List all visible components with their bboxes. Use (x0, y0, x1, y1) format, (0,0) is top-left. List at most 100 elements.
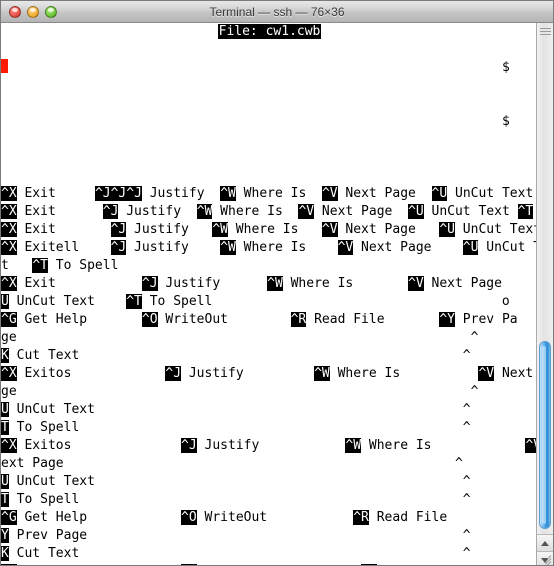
line-text: Where Is (361, 438, 526, 453)
key-chip: ^J (110, 240, 127, 255)
line-text: UnCut Text (462, 222, 538, 237)
line-text: Cut Text (8, 546, 80, 561)
key-chip: ^J (110, 222, 127, 237)
key-chip: ^G (1, 510, 17, 525)
terminal-line: Y Prev Page ^ (1, 527, 538, 545)
shell-prompt-1: $ (502, 60, 510, 75)
line-text: Next Page (337, 222, 440, 237)
line-text: UnCut Text (8, 294, 127, 309)
line-text: Justify (141, 186, 221, 201)
terminal-line: K Cut Text ^ (1, 545, 538, 563)
terminal-line: K Cut Text ^ (1, 347, 538, 365)
terminal-line: U UnCut Text ^ (1, 401, 538, 419)
terminal-line: U UnCut Text ^T To Spell o (1, 293, 538, 311)
key-chip: ^O (141, 312, 158, 327)
terminal-screen[interactable]: File: cw1.cwb $ $ ^X Exit ^J^J^J Justify… (1, 23, 538, 565)
maximize-button[interactable] (45, 5, 57, 18)
key-chip: ^U (462, 240, 479, 255)
key-chip: ^W (345, 438, 362, 453)
key-chip: ^T (32, 258, 48, 273)
text-cursor (1, 59, 8, 73)
line-text: Justify (126, 222, 213, 237)
line-text: t (1, 258, 33, 273)
key-chip: ^O (181, 510, 197, 525)
terminal-cursor-row: $ (1, 59, 538, 77)
key-chip: ^J (181, 438, 197, 453)
key-chip: ^U (408, 204, 424, 219)
key-chip: ^J (141, 276, 158, 291)
line-text: Next Page (423, 276, 538, 291)
line-text: Where Is (235, 240, 338, 255)
key-chip: ^V (478, 366, 495, 381)
line-text: WriteOut (157, 312, 291, 327)
terminal-blank-row (1, 77, 538, 95)
close-button[interactable] (9, 5, 21, 18)
line-text: Read File (306, 312, 440, 327)
terminal-line: U UnCut Text ^ (1, 473, 538, 491)
key-chip: ^X (1, 276, 17, 291)
terminal-line: ext Page ^ (1, 455, 538, 473)
window-titlebar[interactable]: Terminal — ssh — 76×36 (1, 1, 553, 23)
key-chip: K (1, 348, 9, 363)
window-title: Terminal — ssh — 76×36 (209, 4, 345, 19)
key-chip: ^X (1, 366, 17, 381)
nano-file-header: File: cw1.cwb (1, 23, 538, 41)
key-chip: T (1, 420, 9, 435)
key-chip: ^J (165, 366, 182, 381)
line-text: UnCut Text (8, 474, 95, 489)
line-text: Next Page (353, 240, 463, 255)
line-text: Justify (118, 204, 197, 219)
line-text: UnCut Text (8, 402, 95, 417)
line-text: ^ (79, 492, 471, 507)
line-text: Next Page (337, 186, 432, 201)
line-text: ^ (94, 474, 471, 489)
line-text: Exitos (16, 438, 182, 453)
line-text: UnCut Text (423, 204, 518, 219)
terminal-prompt-row-2: $ (1, 113, 538, 131)
minimize-button[interactable] (27, 5, 39, 18)
key-chip: ^Y (439, 312, 455, 327)
line-text: ^ (79, 546, 471, 561)
line-text: Exitell (16, 240, 111, 255)
line-text: ^ (447, 510, 538, 525)
window-resize-grip[interactable] (538, 551, 552, 565)
vertical-scrollbar[interactable] (536, 23, 553, 565)
key-chip: ^V (408, 276, 424, 291)
key-chip: ^W (220, 240, 236, 255)
key-chip: ^X (1, 186, 17, 201)
terminal-line: ge ^ (1, 329, 538, 347)
line-text: Get Help (16, 510, 182, 525)
scrollbar-thumb[interactable] (539, 341, 551, 529)
key-chip: U (1, 474, 9, 489)
line-text: To Spell (8, 420, 80, 435)
terminal-line: ge ^ (1, 383, 538, 401)
line-text: Justify (126, 240, 221, 255)
key-chip: ^X (1, 438, 17, 453)
line-text: Justify (157, 276, 268, 291)
key-chip: ^G (1, 312, 17, 327)
terminal-line: ^X Exit ^J Justify ^W Where Is ^V Next P… (1, 275, 538, 293)
scroll-up-arrow[interactable] (537, 534, 553, 551)
line-text: Where Is (235, 186, 322, 201)
line-text: ^ (87, 528, 471, 543)
line-text: Prev Page (8, 528, 88, 543)
line-text: Read File (368, 510, 448, 525)
key-chip: ^J (126, 186, 142, 201)
key-chip: Y (1, 528, 9, 543)
terminal-line: t ^T To Spell u (1, 257, 538, 275)
key-chip: ^T (126, 294, 142, 309)
line-text: UnCut Text (447, 186, 538, 201)
terminal-line: T To Spell ^ (1, 419, 538, 437)
terminal-body: File: cw1.cwb $ $ ^X Exit ^J^J^J Justify… (1, 23, 553, 565)
terminal-blank-row (1, 149, 538, 167)
line-text: Where Is (227, 222, 322, 237)
line-text: Justify (181, 366, 315, 381)
terminal-line: ^X Exit ^J^J^J Justify ^W Where Is ^V Ne… (1, 185, 538, 203)
terminal-line: ^X Exit ^J Justify ^W Where Is ^V Next P… (1, 203, 538, 221)
terminal-line: T To Spell ^ (1, 491, 538, 509)
line-text: ext Page (1, 456, 64, 471)
terminal-blank-row (1, 95, 538, 113)
key-chip: ^U (431, 186, 448, 201)
shell-prompt-2: $ (502, 114, 510, 129)
scrollbar-track[interactable] (537, 23, 553, 534)
